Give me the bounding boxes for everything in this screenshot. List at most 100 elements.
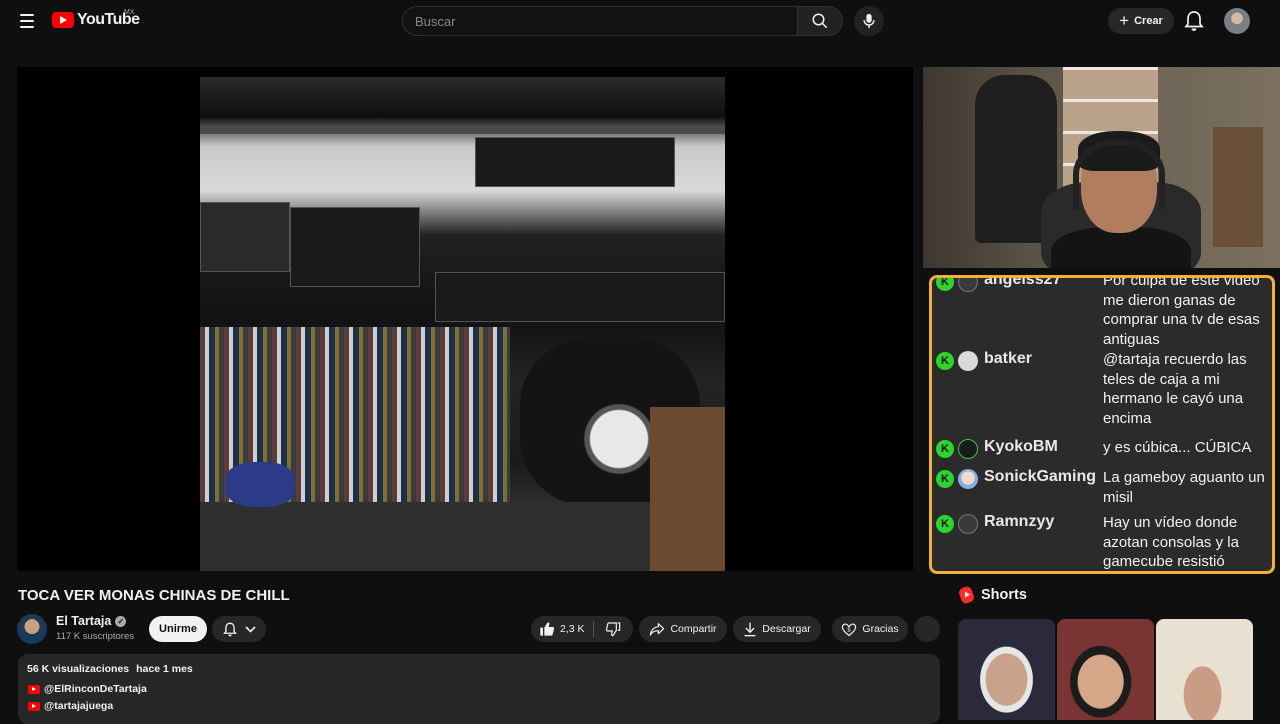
search-icon: [812, 13, 828, 29]
account-avatar[interactable]: [1224, 8, 1250, 34]
user-avatar: [958, 514, 978, 534]
menu-line: [20, 26, 34, 28]
download-icon: [744, 622, 756, 636]
member-badge: K: [936, 470, 954, 488]
chat-overlay: K angelss27 Por culpa de este video me d…: [929, 275, 1275, 574]
like-button[interactable]: 2,3 K: [531, 616, 593, 642]
user-avatar: [958, 278, 978, 292]
user-avatar: [958, 469, 978, 489]
share-icon: [650, 623, 665, 636]
video-frame: [200, 77, 725, 571]
chat-text: Hay un vídeo donde azotan consolas y la …: [1103, 514, 1239, 570]
create-label: Crear: [1134, 15, 1163, 27]
more-actions-button[interactable]: [914, 616, 940, 642]
console: [200, 202, 290, 272]
shorts-title: Shorts: [981, 587, 1027, 603]
view-count: 56 K visualizaciones: [27, 663, 130, 675]
chat-message: K batker @tartaja recuerdo las teles de …: [936, 350, 1272, 430]
region-code: MX: [124, 9, 135, 16]
chat-message: K angelss27 Por culpa de este video me d…: [936, 275, 1272, 348]
channel-name-link[interactable]: El Tartaja ✓: [56, 614, 127, 628]
member-badge: K: [936, 515, 954, 533]
shorts-heading: Shorts: [957, 585, 1027, 605]
chevron-down-icon: [244, 625, 256, 633]
menu-line: [20, 14, 34, 16]
dislike-button[interactable]: [594, 616, 632, 642]
chat-text: @tartaja recuerdo las teles de caja a mi…: [1103, 351, 1247, 427]
youtube-mini-icon: [28, 684, 40, 694]
chat-username: KyokoBM: [984, 438, 1058, 455]
heart-dollar-icon: $: [842, 622, 857, 636]
chat-text: y es cúbica... CÚBICA: [1103, 439, 1252, 456]
chat-username: batker: [984, 350, 1033, 367]
hamburger-menu-button[interactable]: [14, 8, 40, 34]
short-thumbnail[interactable]: [958, 619, 1055, 720]
subscriber-count: 117 K suscriptores: [56, 631, 134, 642]
webcam-overlay: [923, 67, 1280, 268]
youtube-mini-icon: [28, 701, 40, 711]
chat-message: K KyokoBM y es cúbica... CÚBICA: [936, 438, 1272, 460]
short-thumbnail[interactable]: [1156, 619, 1253, 720]
like-count: 2,3 K: [560, 623, 585, 635]
thumbs-down-icon: [605, 622, 621, 637]
streamer-body: [1051, 227, 1191, 268]
voice-search-button[interactable]: [854, 6, 884, 36]
channel-link-text: @tartajajuega: [44, 700, 114, 712]
menu-line: [20, 20, 34, 22]
member-badge: K: [936, 440, 954, 458]
channel-avatar[interactable]: [17, 614, 47, 644]
mic-icon: [863, 13, 875, 29]
channel-name: El Tartaja: [56, 614, 112, 628]
chat-message: K SonickGaming La gameboy aguanto un mis…: [936, 468, 1272, 508]
description-box[interactable]: 56 K visualizaciones hace 1 mes @ElRinco…: [18, 654, 940, 724]
search-input[interactable]: [402, 6, 797, 36]
user-avatar: [958, 351, 978, 371]
create-button[interactable]: + Crear: [1108, 8, 1174, 34]
headset: [1073, 139, 1165, 209]
channel-link-text: @ElRinconDeTartaja: [44, 683, 147, 695]
video-title: TOCA VER MONAS CHINAS DE CHILL: [18, 587, 290, 604]
member-badge: K: [936, 352, 954, 370]
channel-link[interactable]: @ElRinconDeTartaja: [28, 683, 147, 695]
share-label: Compartir: [670, 623, 717, 635]
download-button[interactable]: Descargar: [733, 616, 821, 642]
controller: [225, 462, 295, 507]
verified-check-icon: ✓: [115, 615, 127, 627]
member-badge: K: [936, 278, 954, 291]
shelf: [200, 127, 725, 134]
chat-message: K Ramnzyy Hay un vídeo donde azotan cons…: [936, 513, 1272, 571]
chat-username: Ramnzyy: [984, 513, 1055, 530]
bell-icon: [222, 622, 237, 636]
top-bar: YouTube MX + Crear: [0, 0, 1280, 42]
share-button[interactable]: Compartir: [639, 616, 727, 642]
thumbs-up-icon: [540, 622, 555, 636]
chat-text: La gameboy aguanto un misil: [1103, 469, 1265, 506]
join-button[interactable]: Unirme: [149, 616, 207, 642]
wooden-crate: [650, 407, 725, 571]
youtube-play-icon: [52, 12, 74, 28]
channel-link[interactable]: @tartajajuega: [28, 700, 113, 712]
console: [290, 207, 420, 287]
shorts-icon: [957, 585, 976, 605]
console: [475, 137, 675, 187]
video-player[interactable]: [17, 67, 913, 571]
chat-text: Por culpa de este video me dieron ganas …: [1103, 275, 1260, 348]
thanks-button[interactable]: $ Gracias: [832, 616, 908, 642]
like-dislike-group: 2,3 K: [531, 616, 633, 642]
chat-username: SonickGaming: [984, 468, 1097, 485]
description-meta: 56 K visualizaciones hace 1 mes: [27, 663, 193, 675]
search-bar: [402, 6, 843, 36]
console: [435, 272, 725, 322]
bell-icon: [1184, 11, 1204, 31]
subscription-bell-button[interactable]: [212, 616, 266, 642]
thanks-label: Gracias: [862, 623, 899, 635]
short-thumbnail[interactable]: [1057, 619, 1154, 720]
download-label: Descargar: [762, 623, 811, 635]
notifications-button[interactable]: [1184, 10, 1204, 32]
search-button[interactable]: [797, 6, 843, 36]
upload-age: hace 1 mes: [136, 663, 193, 675]
svg-text:$: $: [847, 626, 851, 633]
chat-username: angelss27: [984, 275, 1062, 288]
cat-tree: [1213, 127, 1263, 247]
plus-icon: +: [1119, 11, 1130, 30]
